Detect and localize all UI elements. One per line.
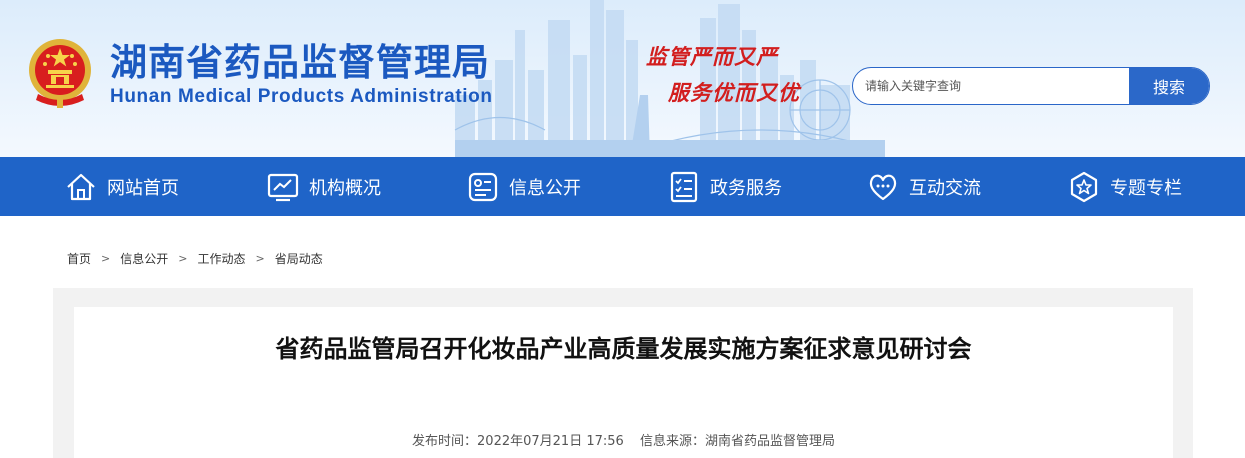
article-card: 省药品监管局召开化妆品产业高质量发展实施方案征求意见研讨会 发布时间：2022年… [74,307,1173,458]
search-box: 搜索 [852,67,1210,105]
monitor-chart-icon [267,173,299,201]
breadcrumb-bureau-news[interactable]: 省局动态 [275,250,323,267]
nav-label: 网站首页 [107,177,179,199]
nav-label: 专题专栏 [1110,177,1182,199]
main-nav: 网站首页 机构概况 信息公开 政务服务 互动交流 专题专栏 [0,157,1245,216]
nav-item-about[interactable]: 机构概况 [266,157,381,216]
breadcrumb: 首页 > 信息公开 > 工作动态 > 省局动态 [67,249,323,267]
site-title-english: Hunan Medical Products Administration [110,86,493,107]
info-source: 信息来源：湖南省药品监督管理局 [639,434,835,449]
home-icon [67,173,95,200]
slogan-line-1: 监管严而又严 [646,44,778,69]
nav-label: 互动交流 [909,177,981,199]
breadcrumb-separator: > [255,251,265,265]
nav-item-special-topics[interactable]: 专题专栏 [1067,157,1182,216]
slogan-line-2: 服务优而又优 [668,80,800,105]
nav-item-home[interactable]: 网站首页 [64,157,179,216]
search-input[interactable] [853,68,1131,104]
nav-label: 信息公开 [509,177,581,199]
national-emblem-icon [29,39,91,108]
nav-item-government-services[interactable]: 政务服务 [667,157,782,216]
nav-label: 政务服务 [710,177,782,199]
checklist-icon [670,171,698,202]
publish-time: 发布时间：2022年07月21日 17:56 [412,434,624,449]
breadcrumb-separator: > [178,251,188,265]
breadcrumb-work-news[interactable]: 工作动态 [197,250,245,267]
info-card-icon [468,172,498,201]
search-button[interactable]: 搜索 [1129,68,1209,104]
nav-item-info-disclosure[interactable]: 信息公开 [466,157,581,216]
breadcrumb-info-disclosure[interactable]: 信息公开 [120,250,168,267]
site-header: 湖南省药品监督管理局 Hunan Medical Products Admini… [0,0,1245,157]
breadcrumb-separator: > [101,251,111,265]
star-badge-icon [1070,171,1098,202]
article-title: 省药品监管局召开化妆品产业高质量发展实施方案征求意见研讨会 [275,335,972,363]
heart-chat-icon [869,174,897,200]
article-meta: 发布时间：2022年07月21日 17:56 信息来源：湖南省药品监督管理局 [74,430,1173,449]
site-title-chinese: 湖南省药品监督管理局 [110,41,490,84]
breadcrumb-home[interactable]: 首页 [67,250,91,267]
nav-label: 机构概况 [309,177,381,199]
nav-item-interaction[interactable]: 互动交流 [866,157,981,216]
